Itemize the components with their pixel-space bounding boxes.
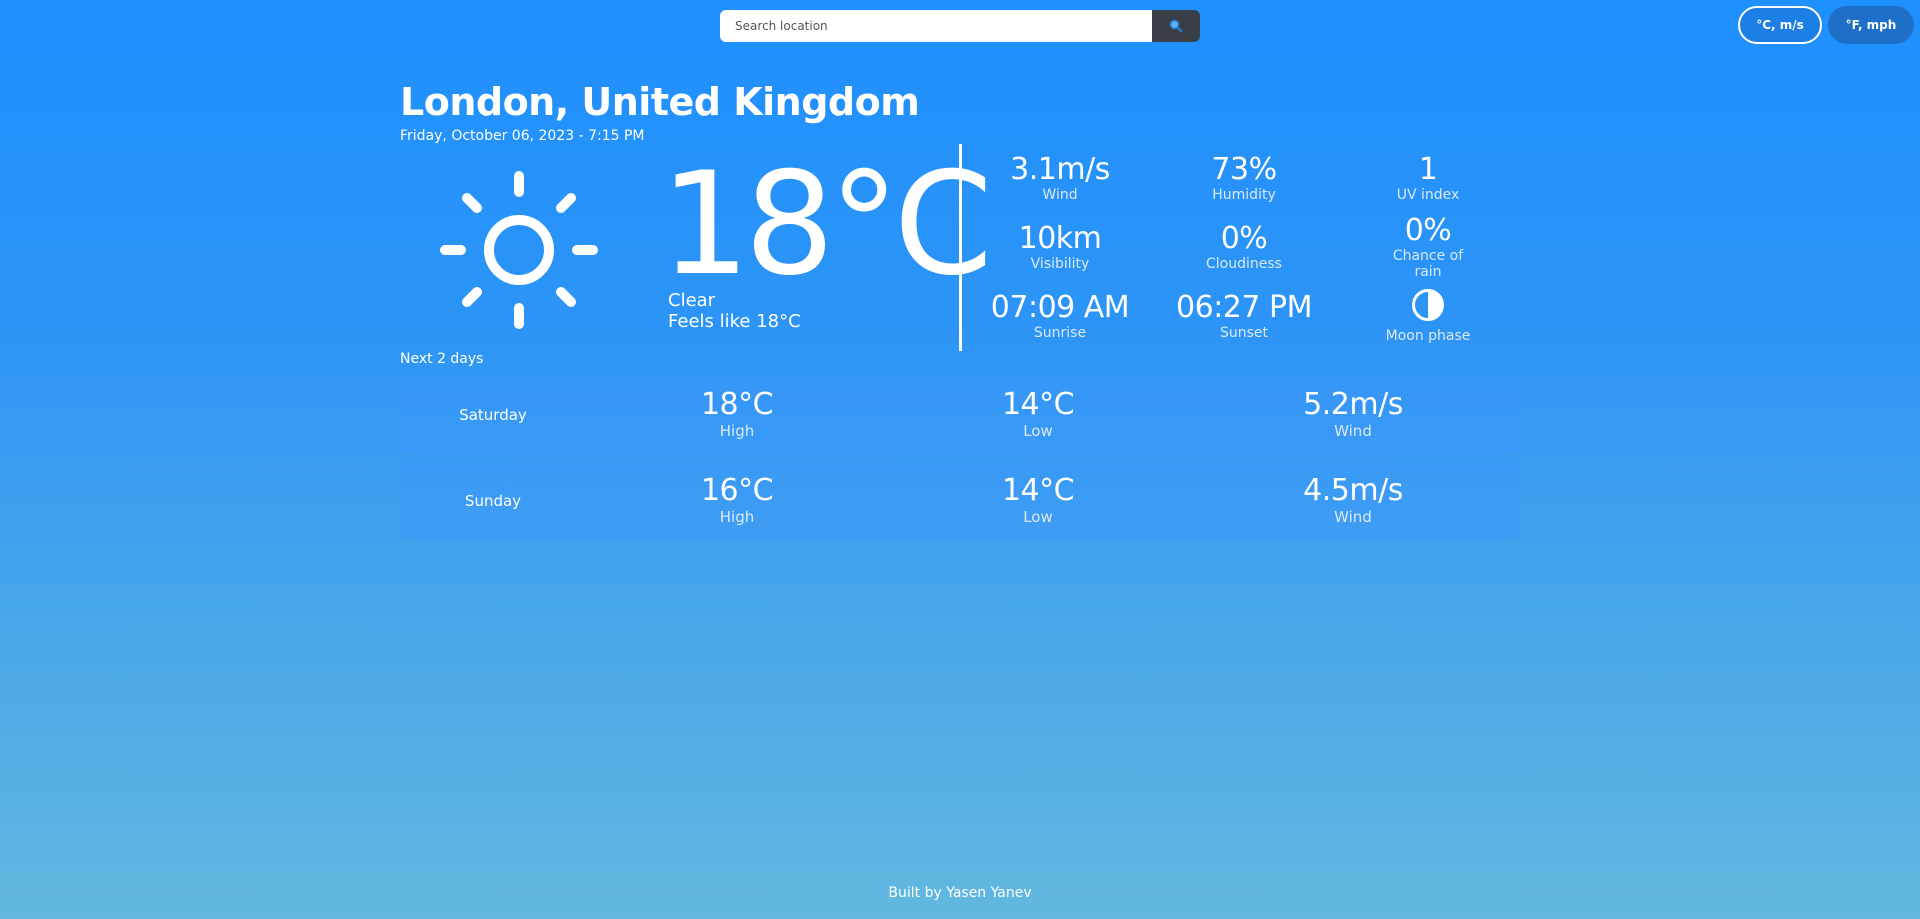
stat-cloudiness: 0% Cloudiness <box>1154 221 1334 273</box>
forecast-wind-value: 5.2m/s <box>1303 387 1403 422</box>
forecast-low-label: Low <box>1023 508 1053 526</box>
stat-wind: 3.1m/s Wind <box>970 152 1150 204</box>
current-temperature: 18°C <box>660 142 993 307</box>
forecast-wind-label: Wind <box>1334 508 1372 526</box>
forecast-row-saturday: Saturday 18°C High 14°C Low 5.2m/s Wind <box>400 376 1520 454</box>
stat-value: 10km <box>1018 221 1102 256</box>
sun-icon <box>440 171 598 329</box>
forecast-high: 16°C High <box>637 473 837 527</box>
forecast-wind: 5.2m/s Wind <box>1253 387 1453 441</box>
forecast-wind-value: 4.5m/s <box>1303 473 1403 508</box>
forecast-day-name: Sunday <box>464 492 522 510</box>
stat-label: Wind <box>1042 187 1078 203</box>
stat-label: Moon phase <box>1385 328 1471 344</box>
stat-value: 73% <box>1211 152 1277 187</box>
metric-units-button[interactable]: °C, m/s <box>1738 6 1822 44</box>
imperial-units-button[interactable]: °F, mph <box>1828 6 1914 44</box>
stat-value: 3.1m/s <box>1010 152 1110 187</box>
forecast-high-value: 16°C <box>700 473 774 508</box>
stat-label: Sunset <box>1219 325 1269 341</box>
moon-phase-icon <box>1412 289 1444 321</box>
weather-condition: Clear <box>668 290 716 311</box>
stat-value: 1 <box>1418 152 1438 187</box>
stat-label: Visibility <box>1030 256 1090 272</box>
stat-moon-phase: Moon phase <box>1338 288 1518 344</box>
forecast-day-name: Saturday <box>459 406 527 424</box>
forecast-low-value: 14°C <box>1001 473 1075 508</box>
forecast-wind-label: Wind <box>1334 422 1372 440</box>
forecast-high-value: 18°C <box>700 387 774 422</box>
stat-value: 0% <box>1220 221 1268 256</box>
feels-like: Feels like 18°C <box>668 311 801 332</box>
search-input[interactable] <box>720 10 1152 42</box>
search-icon <box>1169 19 1183 33</box>
stat-uv-index: 1 UV index <box>1338 152 1518 204</box>
stat-value: 07:09 AM <box>990 290 1130 325</box>
forecast-low-value: 14°C <box>1001 387 1075 422</box>
stat-label: Humidity <box>1212 187 1276 203</box>
forecast-high: 18°C High <box>637 387 837 441</box>
stat-label: Cloudiness <box>1206 256 1282 272</box>
stat-label: Sunrise <box>1033 325 1087 341</box>
forecast-wind: 4.5m/s Wind <box>1253 473 1453 527</box>
vertical-divider <box>959 144 962 351</box>
forecast-row-sunday: Sunday 16°C High 14°C Low 4.5m/s Wind <box>400 462 1520 540</box>
forecast-high-label: High <box>719 422 755 440</box>
stat-visibility: 10km Visibility <box>970 221 1150 273</box>
stat-label: UV index <box>1396 187 1460 203</box>
city-title: London, United Kingdom <box>400 80 920 124</box>
forecast-low: 14°C Low <box>938 387 1138 441</box>
stat-sunrise: 07:09 AM Sunrise <box>970 290 1150 342</box>
date-time: Friday, October 06, 2023 - 7:15 PM <box>400 128 645 144</box>
stat-value: 06:27 PM <box>1176 290 1312 325</box>
stat-humidity: 73% Humidity <box>1154 152 1334 204</box>
forecast-title: Next 2 days <box>400 351 484 367</box>
forecast-low-label: Low <box>1023 422 1053 440</box>
stat-sunset: 06:27 PM Sunset <box>1154 290 1334 342</box>
unit-toggle-group: °C, m/s °F, mph <box>1738 6 1914 44</box>
search-button[interactable] <box>1152 10 1200 42</box>
stat-value: 0% <box>1404 213 1452 248</box>
forecast-high-label: High <box>719 508 755 526</box>
stat-chance-of-rain: 0% Chance of rain <box>1368 213 1488 281</box>
search-bar <box>720 10 1200 42</box>
stat-label: Chance of rain <box>1392 248 1464 280</box>
forecast-low: 14°C Low <box>938 473 1138 527</box>
footer-credit: Built by Yasen Yanev <box>888 885 1032 901</box>
